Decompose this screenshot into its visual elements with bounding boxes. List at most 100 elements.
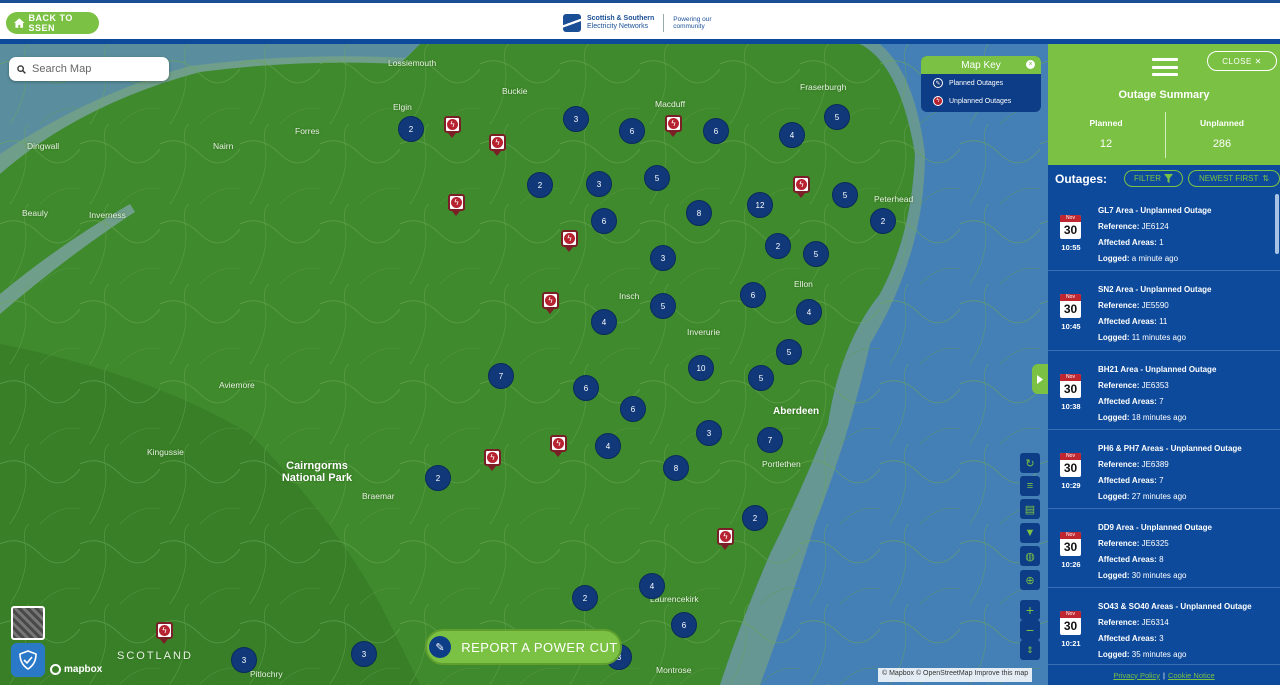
outage-cluster-marker[interactable]: 4 [796, 299, 822, 325]
unplanned-outage-pin[interactable]: ϟ [489, 134, 506, 156]
outage-list-item[interactable]: Nov 30 10:29 PH6 & PH7 Areas - Unplanned Ou… [1048, 430, 1280, 510]
zoom-in-button[interactable]: + [1020, 600, 1040, 620]
filter-button[interactable]: FILTER [1124, 170, 1183, 187]
outage-month: Nov [1060, 294, 1081, 302]
outage-month: Nov [1060, 611, 1081, 619]
outage-cluster-marker[interactable]: 10 [688, 355, 714, 381]
outage-cluster-marker[interactable]: 6 [703, 118, 729, 144]
satellite-layer-toggle[interactable] [11, 606, 45, 640]
list-view-button[interactable]: ≡ [1020, 476, 1040, 496]
planned-stat: Planned 12 [1048, 118, 1164, 150]
outage-cluster-marker[interactable]: 6 [591, 208, 617, 234]
unplanned-outage-pin[interactable]: ϟ [484, 449, 501, 471]
outage-cluster-marker[interactable]: 2 [765, 233, 791, 259]
outage-cluster-marker[interactable]: 6 [740, 282, 766, 308]
outage-list-item[interactable]: Nov 30 10:45 SN2 Area - Unplanned Outage Ref… [1048, 271, 1280, 351]
outage-cluster-marker[interactable]: 8 [686, 200, 712, 226]
outage-cluster-marker[interactable]: 5 [644, 165, 670, 191]
outage-cluster-marker[interactable]: 3 [351, 641, 377, 667]
outage-cluster-marker[interactable]: 8 [663, 455, 689, 481]
outage-cluster-marker[interactable]: 2 [527, 172, 553, 198]
outage-cluster-marker[interactable]: 5 [748, 365, 774, 391]
outage-reference: JE6124 [1141, 222, 1169, 231]
unplanned-outage-pin[interactable]: ϟ [542, 292, 559, 314]
outage-cluster-marker[interactable]: 3 [650, 245, 676, 271]
outage-cluster-marker[interactable]: 2 [398, 116, 424, 142]
unplanned-outage-pin[interactable]: ϟ [717, 528, 734, 550]
unplanned-outage-pin[interactable]: ϟ [448, 194, 465, 216]
tagline-line-1: Powering our [673, 15, 712, 23]
locate-me-button[interactable]: ⊕ [1020, 570, 1040, 590]
sort-newest-first-button[interactable]: NEWEST FIRST ⇅ [1188, 170, 1280, 187]
outage-cluster-marker[interactable]: 7 [488, 363, 514, 389]
chevron-right-icon [1037, 374, 1043, 384]
outage-logged: 35 minutes ago [1131, 650, 1187, 660]
search-map-input[interactable]: Search Map [9, 57, 169, 81]
zoom-out-button[interactable]: − [1020, 620, 1040, 640]
logo-divider [663, 14, 665, 32]
outage-cluster-marker[interactable]: 6 [620, 396, 646, 422]
calendar-icon: Nov 30 [1060, 294, 1081, 319]
refresh-map-button[interactable]: ↻ [1020, 453, 1040, 473]
outage-affected-areas: 7 [1159, 396, 1164, 406]
affected-label: Affected Areas: [1098, 396, 1157, 406]
outage-title: BH21 Area - Unplanned Outage [1098, 364, 1217, 374]
outage-cluster-marker[interactable]: 3 [696, 420, 722, 446]
reference-label: Reference: [1098, 459, 1140, 469]
unplanned-outage-pin[interactable]: ϟ [444, 116, 461, 138]
outage-cluster-marker[interactable]: 4 [595, 433, 621, 459]
hamburger-menu-icon[interactable] [1152, 58, 1178, 76]
unplanned-outage-icon: ϟ [933, 96, 943, 106]
outage-cluster-marker[interactable]: 5 [824, 104, 850, 130]
outage-cluster-marker[interactable]: 4 [591, 309, 617, 335]
globe-button[interactable]: ◍ [1020, 546, 1040, 566]
outage-cluster-marker[interactable]: 3 [231, 647, 257, 673]
outage-cluster-marker[interactable]: 5 [650, 293, 676, 319]
close-panel-button[interactable]: CLOSE ✕ [1207, 51, 1277, 71]
outage-list-scrollbar[interactable] [1275, 194, 1279, 254]
outage-cluster-marker[interactable]: 3 [563, 106, 589, 132]
unplanned-outage-pin[interactable]: ϟ [156, 622, 173, 644]
outage-list-item[interactable]: Nov 30 10:38 BH21 Area - Unplanned Outage Re… [1048, 351, 1280, 430]
outage-cluster-marker[interactable]: 5 [776, 339, 802, 365]
outage-list-item[interactable]: Nov 30 10:26 DD9 Area - Unplanned Outage Ref… [1048, 509, 1280, 589]
panel-toggle-button[interactable] [1032, 364, 1048, 394]
outage-cluster-marker[interactable]: 2 [425, 465, 451, 491]
outage-cluster-marker[interactable]: 4 [779, 122, 805, 148]
unplanned-outage-pin[interactable]: ϟ [793, 176, 810, 198]
place-pitlochry: Pitlochry [250, 669, 283, 679]
outage-cluster-marker[interactable]: 6 [619, 118, 645, 144]
outage-cluster-marker[interactable]: 2 [870, 208, 896, 234]
outage-cluster-marker[interactable]: 2 [572, 585, 598, 611]
outage-cluster-marker[interactable]: 4 [639, 573, 665, 599]
privacy-policy-link[interactable]: Privacy Policy [1113, 671, 1160, 680]
outage-cluster-marker[interactable]: 7 [757, 427, 783, 453]
outage-logged: 27 minutes ago [1131, 491, 1187, 501]
privacy-shield-button[interactable] [11, 643, 45, 677]
outage-cluster-marker[interactable]: 5 [803, 241, 829, 267]
document-button[interactable]: ▤ [1020, 499, 1040, 519]
compass-button[interactable]: ⇕ [1020, 640, 1040, 660]
outage-cluster-marker[interactable]: 5 [832, 182, 858, 208]
back-to-ssen-button[interactable]: BACK TO SSEN [6, 12, 99, 34]
outage-cluster-marker[interactable]: 12 [747, 192, 773, 218]
unplanned-outage-pin[interactable]: ϟ [665, 115, 682, 137]
outage-cluster-marker[interactable]: 6 [671, 612, 697, 638]
map-attribution[interactable]: © Mapbox © OpenStreetMap Improve this ma… [878, 668, 1033, 682]
outage-time: 10:21 [1061, 639, 1081, 649]
funnel-icon [1163, 174, 1173, 183]
outage-cluster-marker[interactable]: 6 [573, 375, 599, 401]
report-power-cut-button[interactable]: ✎ REPORT A POWER CUT [425, 629, 622, 665]
map-key-close-icon[interactable]: × [1026, 60, 1035, 69]
outage-cluster-marker[interactable]: 2 [742, 505, 768, 531]
cookie-notice-link[interactable]: Cookie Notice [1168, 671, 1215, 680]
unplanned-outage-pin[interactable]: ϟ [561, 230, 578, 252]
place-braemar: Braemar [362, 491, 395, 501]
outage-list-item[interactable]: Nov 30 10:21 SO43 & SO40 Areas - Unplanned … [1048, 588, 1280, 664]
filter-map-button[interactable]: ▼ [1020, 523, 1040, 543]
unplanned-outage-pin[interactable]: ϟ [550, 435, 567, 457]
outage-list-item[interactable]: Nov 30 10:55 GL7 Area - Unplanned Outage Ref… [1048, 192, 1280, 272]
outage-map[interactable]: Lossiemouth Buckie Fraserburgh Elgin Mac… [0, 44, 1048, 685]
outage-cluster-marker[interactable]: 3 [586, 171, 612, 197]
back-button-label: BACK TO SSEN [28, 13, 73, 33]
